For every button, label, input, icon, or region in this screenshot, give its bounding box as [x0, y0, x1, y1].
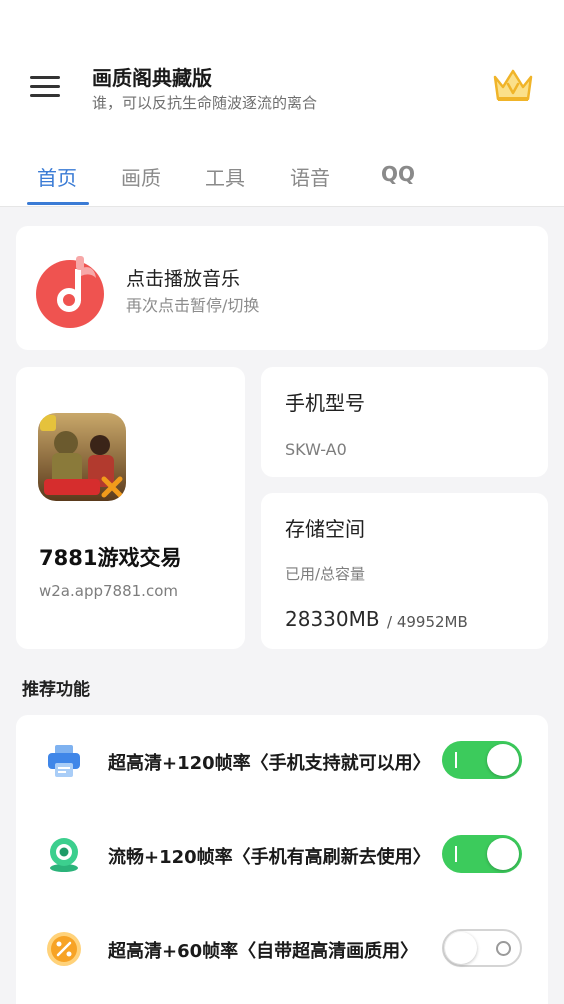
phone-model-card: 手机型号 SKW-A0 [261, 367, 548, 477]
tab-voice[interactable]: 语音 [290, 162, 330, 191]
storage-label: 存储空间 [285, 517, 365, 541]
tab-quality[interactable]: 画质 [121, 162, 161, 191]
active-tab-indicator [27, 202, 89, 205]
feature-row: 超高清+120帧率〈手机支持就可以用〉 [16, 731, 548, 791]
section-title: 推荐功能 [22, 680, 90, 700]
feature-toggle[interactable] [442, 929, 522, 967]
phone-model-label: 手机型号 [285, 391, 365, 415]
game-url: w2a.app7881.com [39, 582, 178, 600]
features-card: 超高清+120帧率〈手机支持就可以用〉 流畅+120帧率〈手机有高刷新去使用〉 [16, 715, 548, 1004]
app-screen: 画质阁典藏版 谁，可以反抗生命随波逐流的离合 首页 画质 工具 语音 QQ 点击… [0, 0, 564, 1004]
tab-tools[interactable]: 工具 [205, 162, 245, 191]
app-header: 画质阁典藏版 谁，可以反抗生命随波逐流的离合 首页 画质 工具 语音 QQ [0, 0, 564, 207]
webcam-icon [46, 837, 82, 873]
storage-total: / 49952MB [387, 613, 468, 631]
music-subtitle: 再次点击暂停/切换 [126, 296, 260, 315]
feature-label: 流畅+120帧率〈手机有高刷新去使用〉 [108, 847, 431, 868]
printer-icon [46, 743, 82, 779]
hamburger-menu-icon[interactable] [30, 74, 60, 100]
feature-toggle[interactable] [442, 741, 522, 779]
app-title: 画质阁典藏版 [92, 66, 212, 90]
percent-badge-icon [46, 931, 82, 967]
game-app-icon [38, 413, 126, 501]
game-ad-card[interactable]: 7881游戏交易 w2a.app7881.com [16, 367, 245, 649]
phone-model-value: SKW-A0 [285, 440, 347, 459]
music-player-card[interactable]: 点击播放音乐 再次点击暂停/切换 [16, 226, 548, 350]
storage-sublabel: 已用/总容量 [285, 565, 366, 583]
game-title: 7881游戏交易 [39, 546, 182, 570]
tab-bar: 首页 画质 工具 语音 QQ [0, 152, 564, 206]
feature-label: 超高清+60帧率〈自带超高清画质用〉 [108, 941, 419, 962]
storage-card: 存储空间 已用/总容量 28330MB / 49952MB [261, 493, 548, 649]
feature-row: 超高清+60帧率〈自带超高清画质用〉 [16, 919, 548, 979]
feature-toggle[interactable] [442, 835, 522, 873]
music-note-icon [36, 252, 106, 328]
crown-icon[interactable] [492, 67, 534, 105]
storage-used: 28330MB [285, 607, 380, 631]
music-title: 点击播放音乐 [126, 268, 241, 290]
tab-qq[interactable]: QQ [381, 162, 415, 186]
tab-home[interactable]: 首页 [37, 162, 77, 191]
feature-row: 流畅+120帧率〈手机有高刷新去使用〉 [16, 825, 548, 885]
feature-label: 超高清+120帧率〈手机支持就可以用〉 [108, 753, 431, 774]
app-subtitle: 谁，可以反抗生命随波逐流的离合 [92, 94, 318, 112]
